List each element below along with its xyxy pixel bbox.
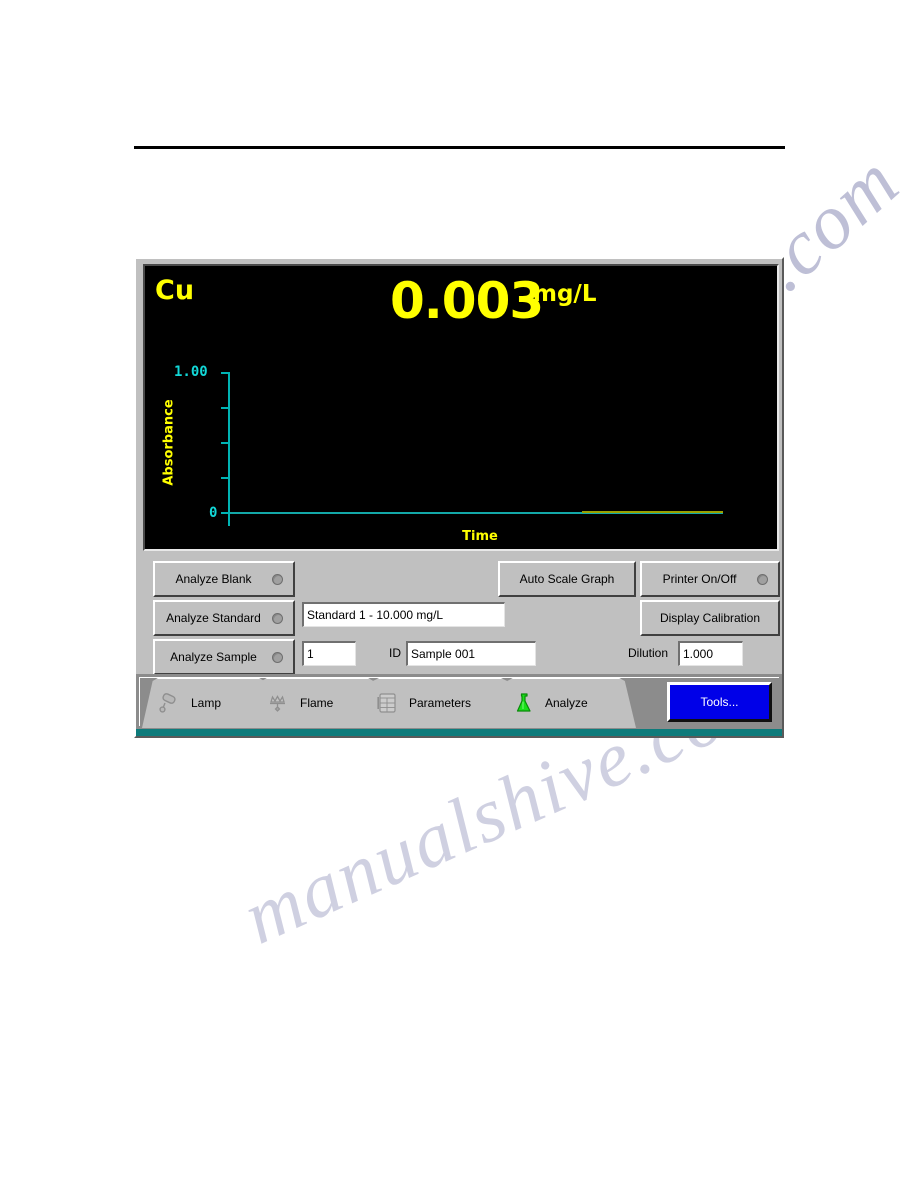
analyze-blank-label: Analyze Blank (175, 572, 252, 586)
auto-scale-graph-label: Auto Scale Graph (519, 572, 615, 586)
analyze-sample-button[interactable]: Analyze Sample (153, 639, 295, 675)
control-panel: Analyze Blank Analyze Standard Analyze S… (143, 555, 780, 675)
graph-display: Cu 0.003 mg/L 1.00 0 Absorbance Time (143, 264, 779, 551)
concentration-units-label: mg/L (533, 281, 597, 307)
y-axis-max-label: 1.00 (174, 364, 208, 380)
printer-on-off-button[interactable]: Printer On/Off (640, 561, 780, 597)
analyze-standard-led-icon (272, 612, 283, 624)
y-axis-tick (221, 407, 230, 409)
flame-icon (270, 694, 285, 712)
sample-id-input[interactable]: Sample 001 (406, 641, 536, 666)
auto-scale-graph-button[interactable]: Auto Scale Graph (498, 561, 636, 597)
x-axis-title: Time (462, 529, 498, 544)
concentration-reading: 0.003 (390, 272, 544, 330)
tab-content: Analyze (496, 691, 636, 715)
standard-select-field[interactable]: Standard 1 - 10.000 mg/L (302, 602, 505, 627)
lamp-icon (159, 692, 176, 713)
tab-analyze[interactable]: Analyze (496, 678, 636, 728)
element-symbol-label: Cu (155, 275, 195, 306)
dilution-label: Dilution (628, 646, 669, 660)
tab-flame-label: Flame (300, 695, 334, 710)
tab-lamp-label: Lamp (191, 695, 222, 710)
y-axis-title: Absorbance (161, 399, 177, 486)
y-axis-tick (221, 442, 230, 444)
analyze-sample-label: Analyze Sample (170, 650, 257, 664)
sample-number-input[interactable]: 1 (302, 641, 356, 666)
y-axis-min-label: 0 (209, 505, 218, 521)
display-calibration-label: Display Calibration (659, 611, 761, 625)
analyze-blank-button[interactable]: Analyze Blank (153, 561, 295, 597)
y-axis-extension (228, 514, 230, 526)
printer-led-icon (757, 573, 768, 585)
tab-bar: Lamp Flame Parameters Analyze Tools... (136, 674, 782, 729)
flask-icon (516, 692, 531, 712)
tab-bar-inner: Lamp Flame Parameters Analyze Tools... (139, 677, 779, 728)
y-axis-tick (221, 477, 230, 479)
parameters-icon (377, 692, 396, 713)
analyze-standard-label: Analyze Standard (166, 611, 261, 625)
absorbance-trace (582, 511, 723, 513)
tools-button[interactable]: Tools... (667, 682, 772, 722)
dilution-input[interactable]: 1.000 (678, 641, 743, 666)
tab-parameters-label: Parameters (409, 695, 472, 710)
analyze-standard-button[interactable]: Analyze Standard (153, 600, 295, 636)
window-bottom-strip (136, 729, 782, 736)
y-axis-line (228, 372, 230, 519)
display-calibration-button[interactable]: Display Calibration (640, 600, 780, 636)
instrument-screen-window: Cu 0.003 mg/L 1.00 0 Absorbance Time Ana… (134, 257, 784, 738)
analyze-sample-led-icon (272, 651, 283, 663)
y-axis-tick (221, 512, 230, 514)
printer-on-off-label: Printer On/Off (662, 572, 737, 586)
tab-analyze-label: Analyze (545, 695, 588, 710)
y-axis-tick (221, 372, 230, 374)
sample-id-label: ID (389, 646, 401, 660)
page-horizontal-rule (134, 146, 785, 149)
analyze-blank-led-icon (272, 573, 283, 585)
